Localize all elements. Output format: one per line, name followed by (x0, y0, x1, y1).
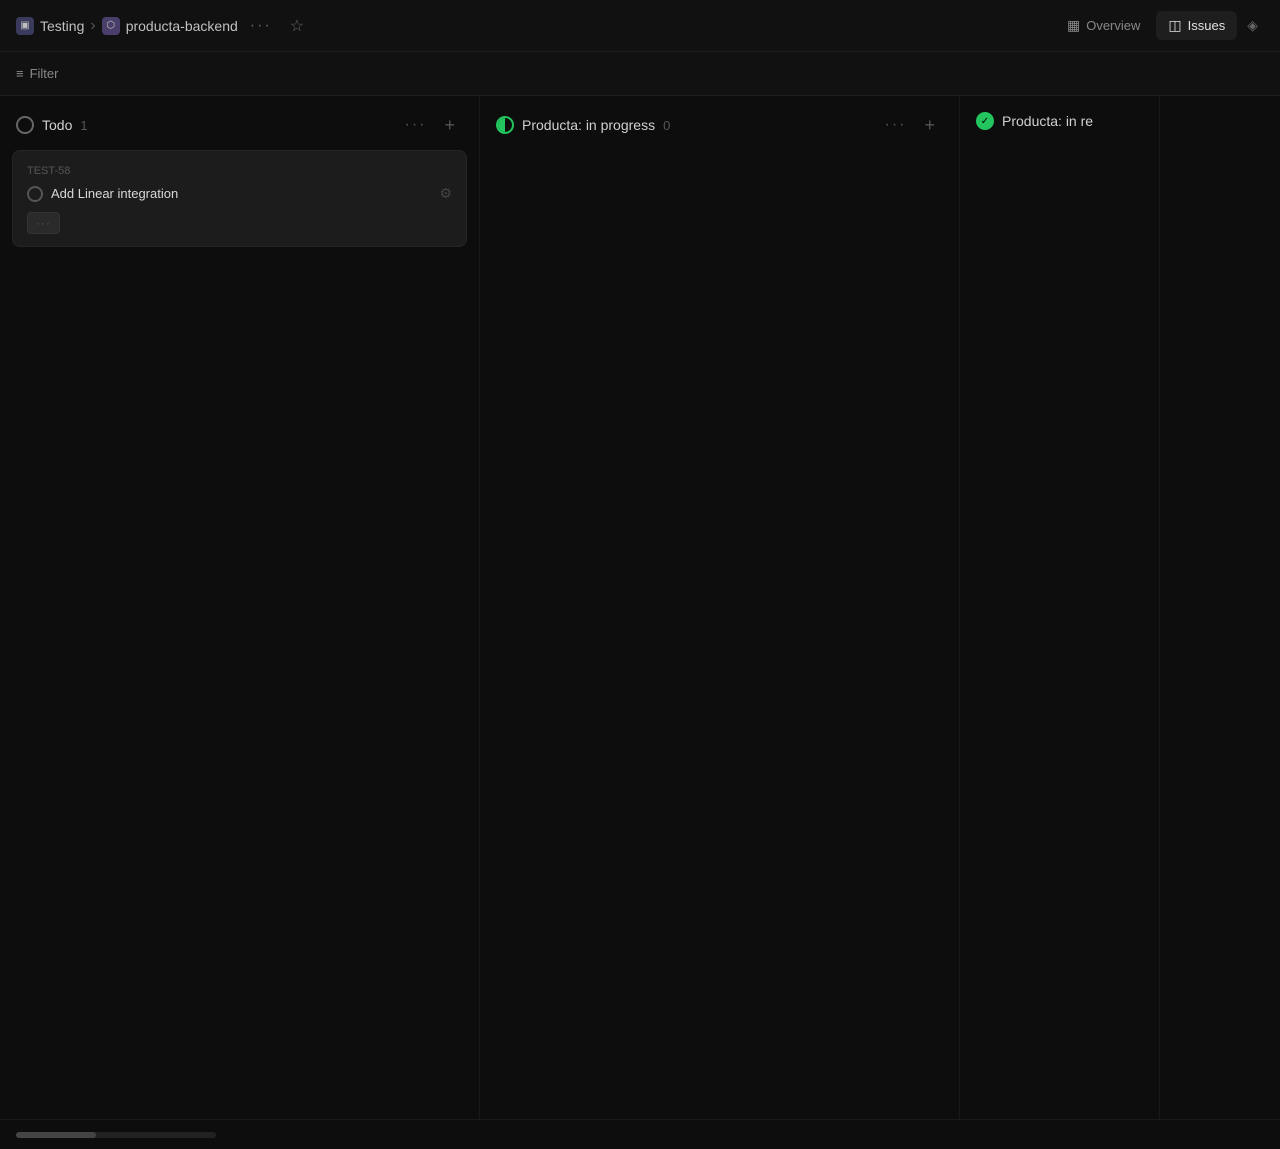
issues-tab-icon: ◫ (1168, 17, 1181, 34)
nav-settings-button[interactable]: ◈ (1241, 11, 1264, 40)
workspace-name: Testing (40, 18, 84, 34)
column-todo-header: Todo 1 ··· + (0, 96, 479, 150)
todo-column-count: 1 (80, 118, 87, 133)
card-test-58[interactable]: TEST-58 Add Linear integration ⚙ ··· (12, 150, 467, 247)
card-id: TEST-58 (27, 165, 452, 177)
todo-status-icon (16, 116, 34, 134)
nav-more-button[interactable]: ··· (244, 15, 278, 37)
top-navigation: ▣ Testing › ⬡ producta-backend ··· ☆ ▦ O… (0, 0, 1280, 52)
project-name: producta-backend (126, 18, 238, 34)
card-footer: ··· (27, 212, 452, 234)
horizontal-scrollbar-track[interactable] (16, 1132, 216, 1138)
inprogress-column-name: Producta: in progress (522, 117, 655, 133)
inprogress-column-more-button[interactable]: ··· (879, 113, 913, 137)
card-title-row: Add Linear integration ⚙ (27, 185, 452, 202)
inprogress-column-count: 0 (663, 118, 670, 133)
inprogress-status-icon (496, 116, 514, 134)
tab-overview[interactable]: ▦ Overview (1055, 11, 1152, 40)
column-todo: Todo 1 ··· + TEST-58 Add Linear integrat… (0, 96, 480, 1119)
inreview-column-name: Producta: in re (1002, 113, 1093, 129)
column-inreview-header: ✓ Producta: in re (960, 96, 1159, 142)
project-icon: ⬡ (102, 17, 120, 35)
column-in-review: ✓ Producta: in re (960, 96, 1160, 1119)
bottom-bar (0, 1119, 1280, 1149)
board: Todo 1 ··· + TEST-58 Add Linear integrat… (0, 96, 1280, 1119)
card-more-button[interactable]: ··· (27, 212, 60, 234)
project-nav-item[interactable]: ⬡ producta-backend (102, 17, 238, 35)
issues-tab-label: Issues (1188, 18, 1226, 33)
breadcrumb: ▣ Testing › ⬡ producta-backend ··· ☆ (16, 14, 1049, 38)
filter-button[interactable]: ≡ Filter (16, 66, 58, 81)
workspace-nav-item[interactable]: ▣ Testing (16, 17, 84, 35)
todo-column-actions: ··· + (399, 112, 464, 138)
card-settings-icon[interactable]: ⚙ (439, 185, 452, 202)
todo-column-name: Todo (42, 117, 72, 133)
column-inreview-title-area: ✓ Producta: in re (976, 112, 1143, 130)
nav-tabs: ▦ Overview ◫ Issues ◈ (1055, 11, 1264, 40)
todo-column-add-button[interactable]: + (436, 112, 463, 138)
overview-tab-icon: ▦ (1067, 17, 1080, 34)
inprogress-column-actions: ··· + (879, 112, 944, 138)
column-inprogress-title-area: Producta: in progress 0 (496, 116, 871, 134)
filter-label: Filter (30, 66, 59, 81)
filter-icon: ≡ (16, 66, 24, 81)
workspace-icon: ▣ (16, 17, 34, 35)
nav-star-button[interactable]: ☆ (284, 14, 310, 38)
inprogress-column-add-button[interactable]: + (916, 112, 943, 138)
filter-bar: ≡ Filter (0, 52, 1280, 96)
tab-issues[interactable]: ◫ Issues (1156, 11, 1237, 40)
horizontal-scrollbar-thumb[interactable] (16, 1132, 96, 1138)
card-status-icon (27, 186, 43, 202)
overview-tab-label: Overview (1086, 18, 1140, 33)
card-title: Add Linear integration (51, 186, 178, 201)
column-todo-title-area: Todo 1 (16, 116, 391, 134)
todo-column-more-button[interactable]: ··· (399, 113, 433, 137)
column-inprogress-header: Producta: in progress 0 ··· + (480, 96, 959, 150)
done-status-icon: ✓ (976, 112, 994, 130)
settings-icon: ◈ (1247, 17, 1258, 33)
column-in-progress: Producta: in progress 0 ··· + (480, 96, 960, 1119)
breadcrumb-separator: › (90, 17, 95, 35)
